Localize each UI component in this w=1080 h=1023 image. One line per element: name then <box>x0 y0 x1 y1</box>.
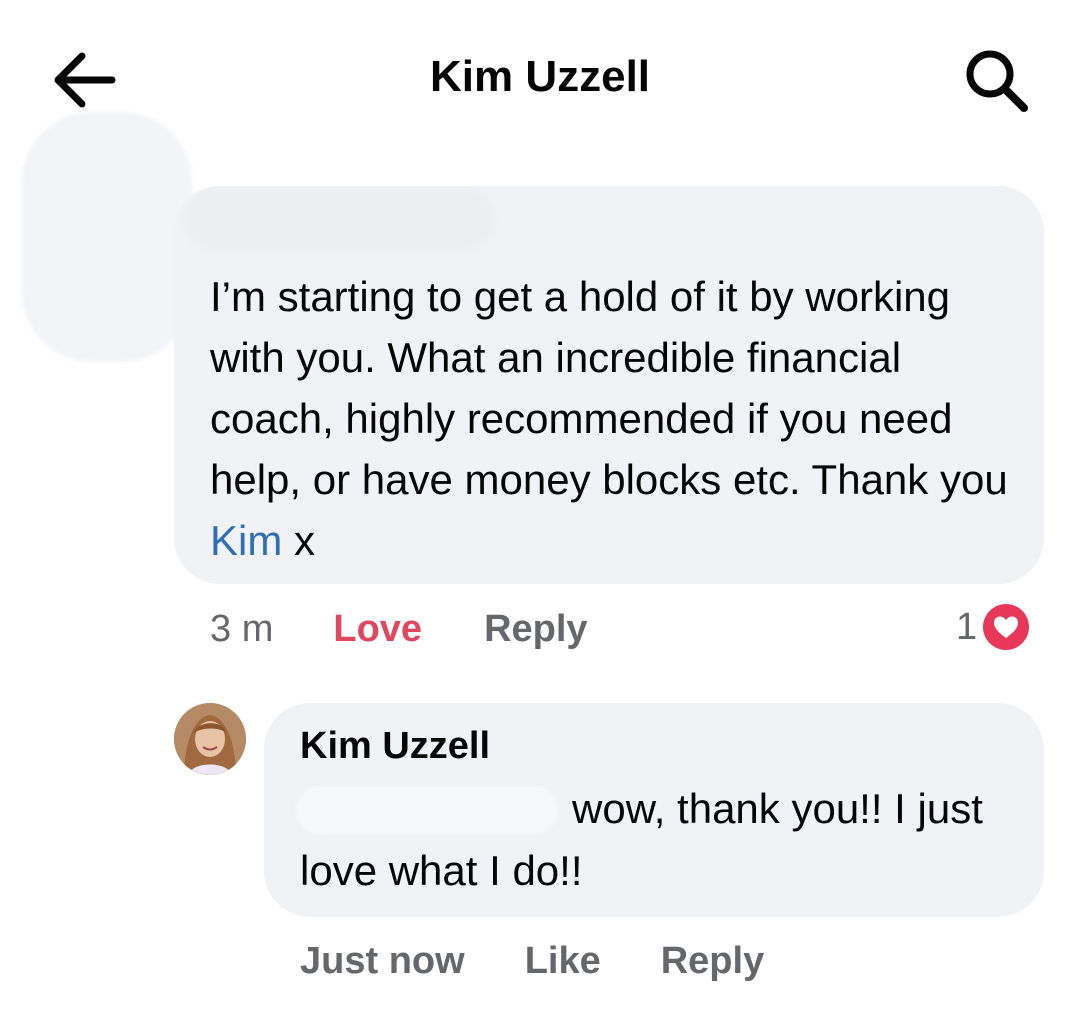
redacted-commenter-name <box>184 188 494 250</box>
reply-timestamp: Just now <box>300 939 465 982</box>
search-button[interactable] <box>962 48 1034 112</box>
heart-icon <box>983 604 1030 650</box>
comment-body: I’m starting to get a hold of it by work… <box>210 273 1008 503</box>
comment-actions: 3 m Love Reply <box>210 604 588 654</box>
page-title: Kim Uzzell <box>429 52 651 101</box>
reply-button[interactable]: Reply <box>484 608 587 651</box>
comment-timestamp: 3 m <box>210 607 274 650</box>
redacted-avatar <box>22 112 192 362</box>
reply-reply-button[interactable]: Reply <box>661 940 764 983</box>
reply-author[interactable]: Kim Uzzell <box>300 725 490 768</box>
reply-text: wow, thank you!! I just love what I do!! <box>300 785 983 894</box>
search-icon <box>966 50 1028 112</box>
reaction-summary[interactable]: 1 <box>956 602 1030 652</box>
comment-text: I’m starting to get a hold of it by work… <box>210 266 1020 571</box>
reply-actions: Just now Like Reply <box>300 936 764 986</box>
reaction-count: 1 <box>956 605 978 648</box>
avatar[interactable] <box>174 703 246 775</box>
love-button[interactable]: Love <box>333 608 422 651</box>
mention-link[interactable]: Kim <box>210 517 282 564</box>
like-button[interactable]: Like <box>525 940 601 983</box>
comment-body-end: x <box>282 517 316 564</box>
